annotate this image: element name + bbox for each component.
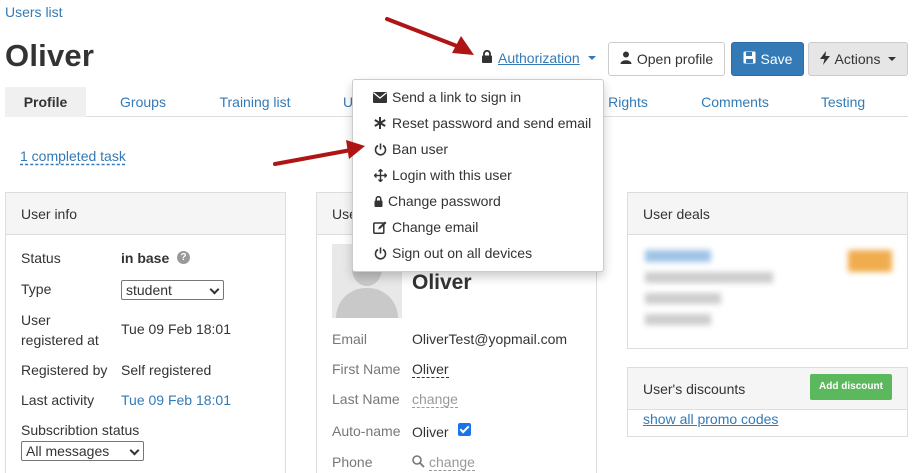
annotation-arrow-to-authorization [385,17,474,55]
annotation-arrow-to-ban-user [273,140,365,166]
annotation-arrows [273,17,474,166]
